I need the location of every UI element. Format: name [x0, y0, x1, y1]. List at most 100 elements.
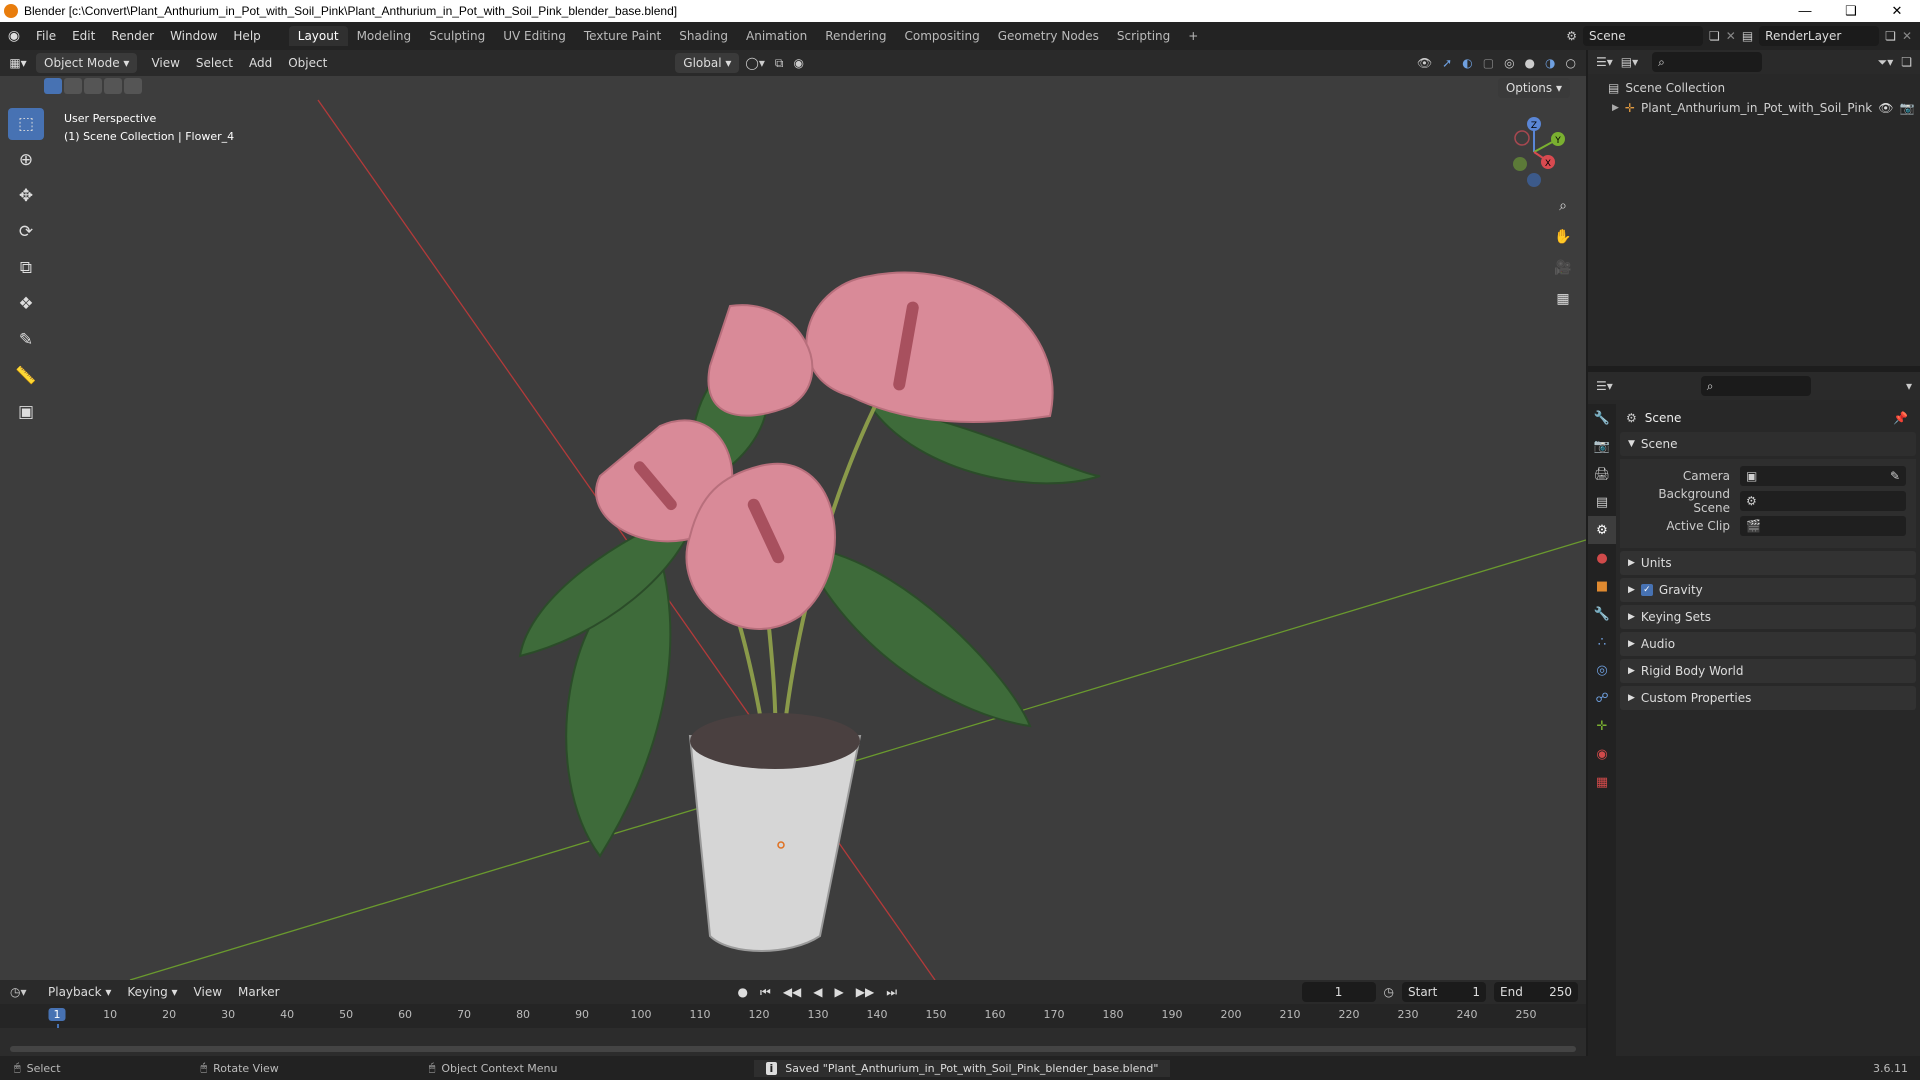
- timeline-editor-type-icon[interactable]: ◷▾: [10, 985, 40, 999]
- jump-end-icon[interactable]: ⏭: [886, 985, 897, 1000]
- physics-tab-icon[interactable]: ◎: [1588, 656, 1616, 684]
- measure-tool-icon[interactable]: 📏: [8, 360, 44, 392]
- options-dropdown[interactable]: Options ▾: [1497, 78, 1576, 98]
- properties-options-icon[interactable]: ▾: [1906, 379, 1912, 393]
- prev-keyframe-icon[interactable]: ◀◀: [783, 985, 801, 1000]
- select-subtract-icon[interactable]: [84, 78, 102, 94]
- timeline-menu-keying[interactable]: Keying ▾: [119, 985, 185, 999]
- tab-shading[interactable]: Shading: [670, 26, 737, 46]
- tab-scripting[interactable]: Scripting: [1108, 26, 1179, 46]
- select-extend-icon[interactable]: [64, 78, 82, 94]
- constraints-tab-icon[interactable]: ☍: [1588, 684, 1616, 712]
- gravity-panel-header[interactable]: ▶ ✓ Gravity: [1620, 578, 1916, 602]
- tab-texture-paint[interactable]: Texture Paint: [575, 26, 670, 46]
- transform-tool-icon[interactable]: ❖: [8, 288, 44, 320]
- data-tab-icon[interactable]: ✛: [1588, 712, 1616, 740]
- outliner-object-row[interactable]: ▶ ✛ Plant_Anthurium_in_Pot_with_Soil_Pin…: [1608, 98, 1920, 118]
- menu-edit[interactable]: Edit: [64, 29, 103, 43]
- transform-orientation-dropdown[interactable]: Global ▾: [675, 53, 740, 73]
- solid-shading-icon[interactable]: ●: [1525, 56, 1535, 70]
- tab-sculpting[interactable]: Sculpting: [420, 26, 494, 46]
- view-layer-icon[interactable]: ▤: [1742, 29, 1753, 43]
- outliner-search-input[interactable]: ⌕: [1652, 52, 1763, 72]
- units-panel-header[interactable]: ▶ Units: [1620, 551, 1916, 575]
- keying-sets-panel-header[interactable]: ▶ Keying Sets: [1620, 605, 1916, 629]
- start-frame-field[interactable]: Start 1: [1402, 982, 1486, 1002]
- scene-panel-header[interactable]: ▼ Scene: [1620, 432, 1916, 456]
- eyedropper-icon[interactable]: ✎: [1890, 469, 1900, 483]
- scene-name-field[interactable]: Scene: [1583, 26, 1703, 46]
- active-clip-field[interactable]: 🎬: [1740, 516, 1906, 536]
- viewport-menu-add[interactable]: Add: [241, 56, 280, 70]
- play-reverse-icon[interactable]: ◀: [813, 985, 822, 1000]
- view-layer-tab-icon[interactable]: ▤: [1588, 488, 1616, 516]
- select-invert-icon[interactable]: [104, 78, 122, 94]
- background-scene-field[interactable]: ⚙: [1740, 491, 1906, 511]
- annotate-tool-icon[interactable]: ✎: [8, 324, 44, 356]
- preview-range-icon[interactable]: ◷: [1384, 985, 1394, 999]
- new-view-layer-icon[interactable]: ❏: [1885, 29, 1896, 43]
- viewport-menu-object[interactable]: Object: [280, 56, 335, 70]
- zoom-icon[interactable]: ⌕: [1549, 192, 1577, 220]
- minimize-icon[interactable]: —: [1782, 3, 1828, 19]
- custom-properties-panel-header[interactable]: ▶ Custom Properties: [1620, 686, 1916, 710]
- menu-render[interactable]: Render: [103, 29, 162, 43]
- render-layer-field[interactable]: RenderLayer: [1759, 26, 1880, 46]
- visibility-icon[interactable]: 👁: [1417, 56, 1432, 70]
- gravity-checkbox[interactable]: ✓: [1640, 584, 1653, 596]
- 3d-viewport[interactable]: User Perspective (1) Scene Collection | …: [0, 76, 1586, 980]
- delete-scene-icon[interactable]: ✕: [1726, 29, 1736, 43]
- overlay-toggle-icon[interactable]: ◐: [1462, 56, 1472, 70]
- end-frame-field[interactable]: End 250: [1494, 982, 1578, 1002]
- perspective-toggle-icon[interactable]: ▦: [1549, 285, 1577, 313]
- render-camera-icon[interactable]: 📷: [1900, 98, 1915, 118]
- add-cube-tool-icon[interactable]: ▣: [8, 396, 44, 428]
- world-tab-icon[interactable]: ●: [1588, 544, 1616, 572]
- cursor-tool-icon[interactable]: ⊕: [8, 144, 44, 176]
- outliner-scene-collection[interactable]: ▤ Scene Collection: [1608, 78, 1920, 98]
- blender-menu-icon[interactable]: ◉: [0, 28, 28, 44]
- next-keyframe-icon[interactable]: ▶▶: [856, 985, 874, 1000]
- scale-tool-icon[interactable]: ⧉: [8, 252, 44, 284]
- properties-editor-type-icon[interactable]: ☰▾: [1596, 379, 1613, 393]
- xray-icon[interactable]: ▢: [1483, 56, 1494, 70]
- viewport-menu-view[interactable]: View: [143, 56, 187, 70]
- play-icon[interactable]: ▶: [835, 985, 844, 1000]
- jump-start-icon[interactable]: ⏮: [760, 985, 771, 1000]
- visibility-eye-icon[interactable]: 👁: [1878, 98, 1893, 118]
- gizmo-toggle-icon[interactable]: ➚: [1442, 56, 1452, 70]
- camera-field[interactable]: ▣ ✎: [1740, 466, 1906, 486]
- texture-tab-icon[interactable]: ▦: [1588, 768, 1616, 796]
- outliner-display-mode-icon[interactable]: ▤▾: [1621, 55, 1638, 69]
- filter-icon[interactable]: ⏷▾: [1878, 55, 1894, 70]
- tab-layout[interactable]: Layout: [288, 26, 348, 46]
- menu-file[interactable]: File: [28, 29, 64, 43]
- material-shading-icon[interactable]: ◑: [1545, 56, 1555, 70]
- timeline-menu-playback[interactable]: Playback ▾: [40, 985, 119, 999]
- tab-rendering[interactable]: Rendering: [816, 26, 895, 46]
- timeline-menu-view[interactable]: View: [186, 985, 230, 999]
- new-collection-icon[interactable]: ❏: [1901, 55, 1912, 69]
- select-intersect-icon[interactable]: [124, 78, 142, 94]
- mode-dropdown[interactable]: Object Mode ▾: [36, 53, 138, 73]
- particles-tab-icon[interactable]: ∴: [1588, 628, 1616, 656]
- select-box-tool-icon[interactable]: ⬚: [8, 108, 44, 140]
- outliner-editor-type-icon[interactable]: ☰▾: [1596, 55, 1613, 69]
- menu-window[interactable]: Window: [162, 29, 225, 43]
- close-icon[interactable]: ✕: [1874, 3, 1920, 19]
- current-frame-field[interactable]: 1: [1301, 982, 1376, 1002]
- timeline-ruler[interactable]: 1 10 20 30 40 50 60 70 80 90 100 110 120 130 140 150 160…: [0, 1004, 1586, 1056]
- material-tab-icon[interactable]: ◉: [1588, 740, 1616, 768]
- tab-animation[interactable]: Animation: [737, 26, 816, 46]
- scene-selector-icon[interactable]: ⚙: [1566, 29, 1577, 43]
- rotate-tool-icon[interactable]: ⟳: [8, 216, 44, 248]
- proportional-edit-icon[interactable]: ◉: [793, 56, 803, 70]
- select-new-icon[interactable]: [44, 78, 62, 94]
- delete-view-layer-icon[interactable]: ✕: [1902, 29, 1912, 43]
- camera-view-icon[interactable]: 🎥: [1549, 254, 1577, 282]
- move-tool-icon[interactable]: ✥: [8, 180, 44, 212]
- properties-search-input[interactable]: ⌕: [1700, 376, 1811, 396]
- tab-compositing[interactable]: Compositing: [895, 26, 988, 46]
- timeline-menu-marker[interactable]: Marker: [230, 985, 287, 999]
- output-tab-icon[interactable]: 🖨: [1588, 460, 1616, 488]
